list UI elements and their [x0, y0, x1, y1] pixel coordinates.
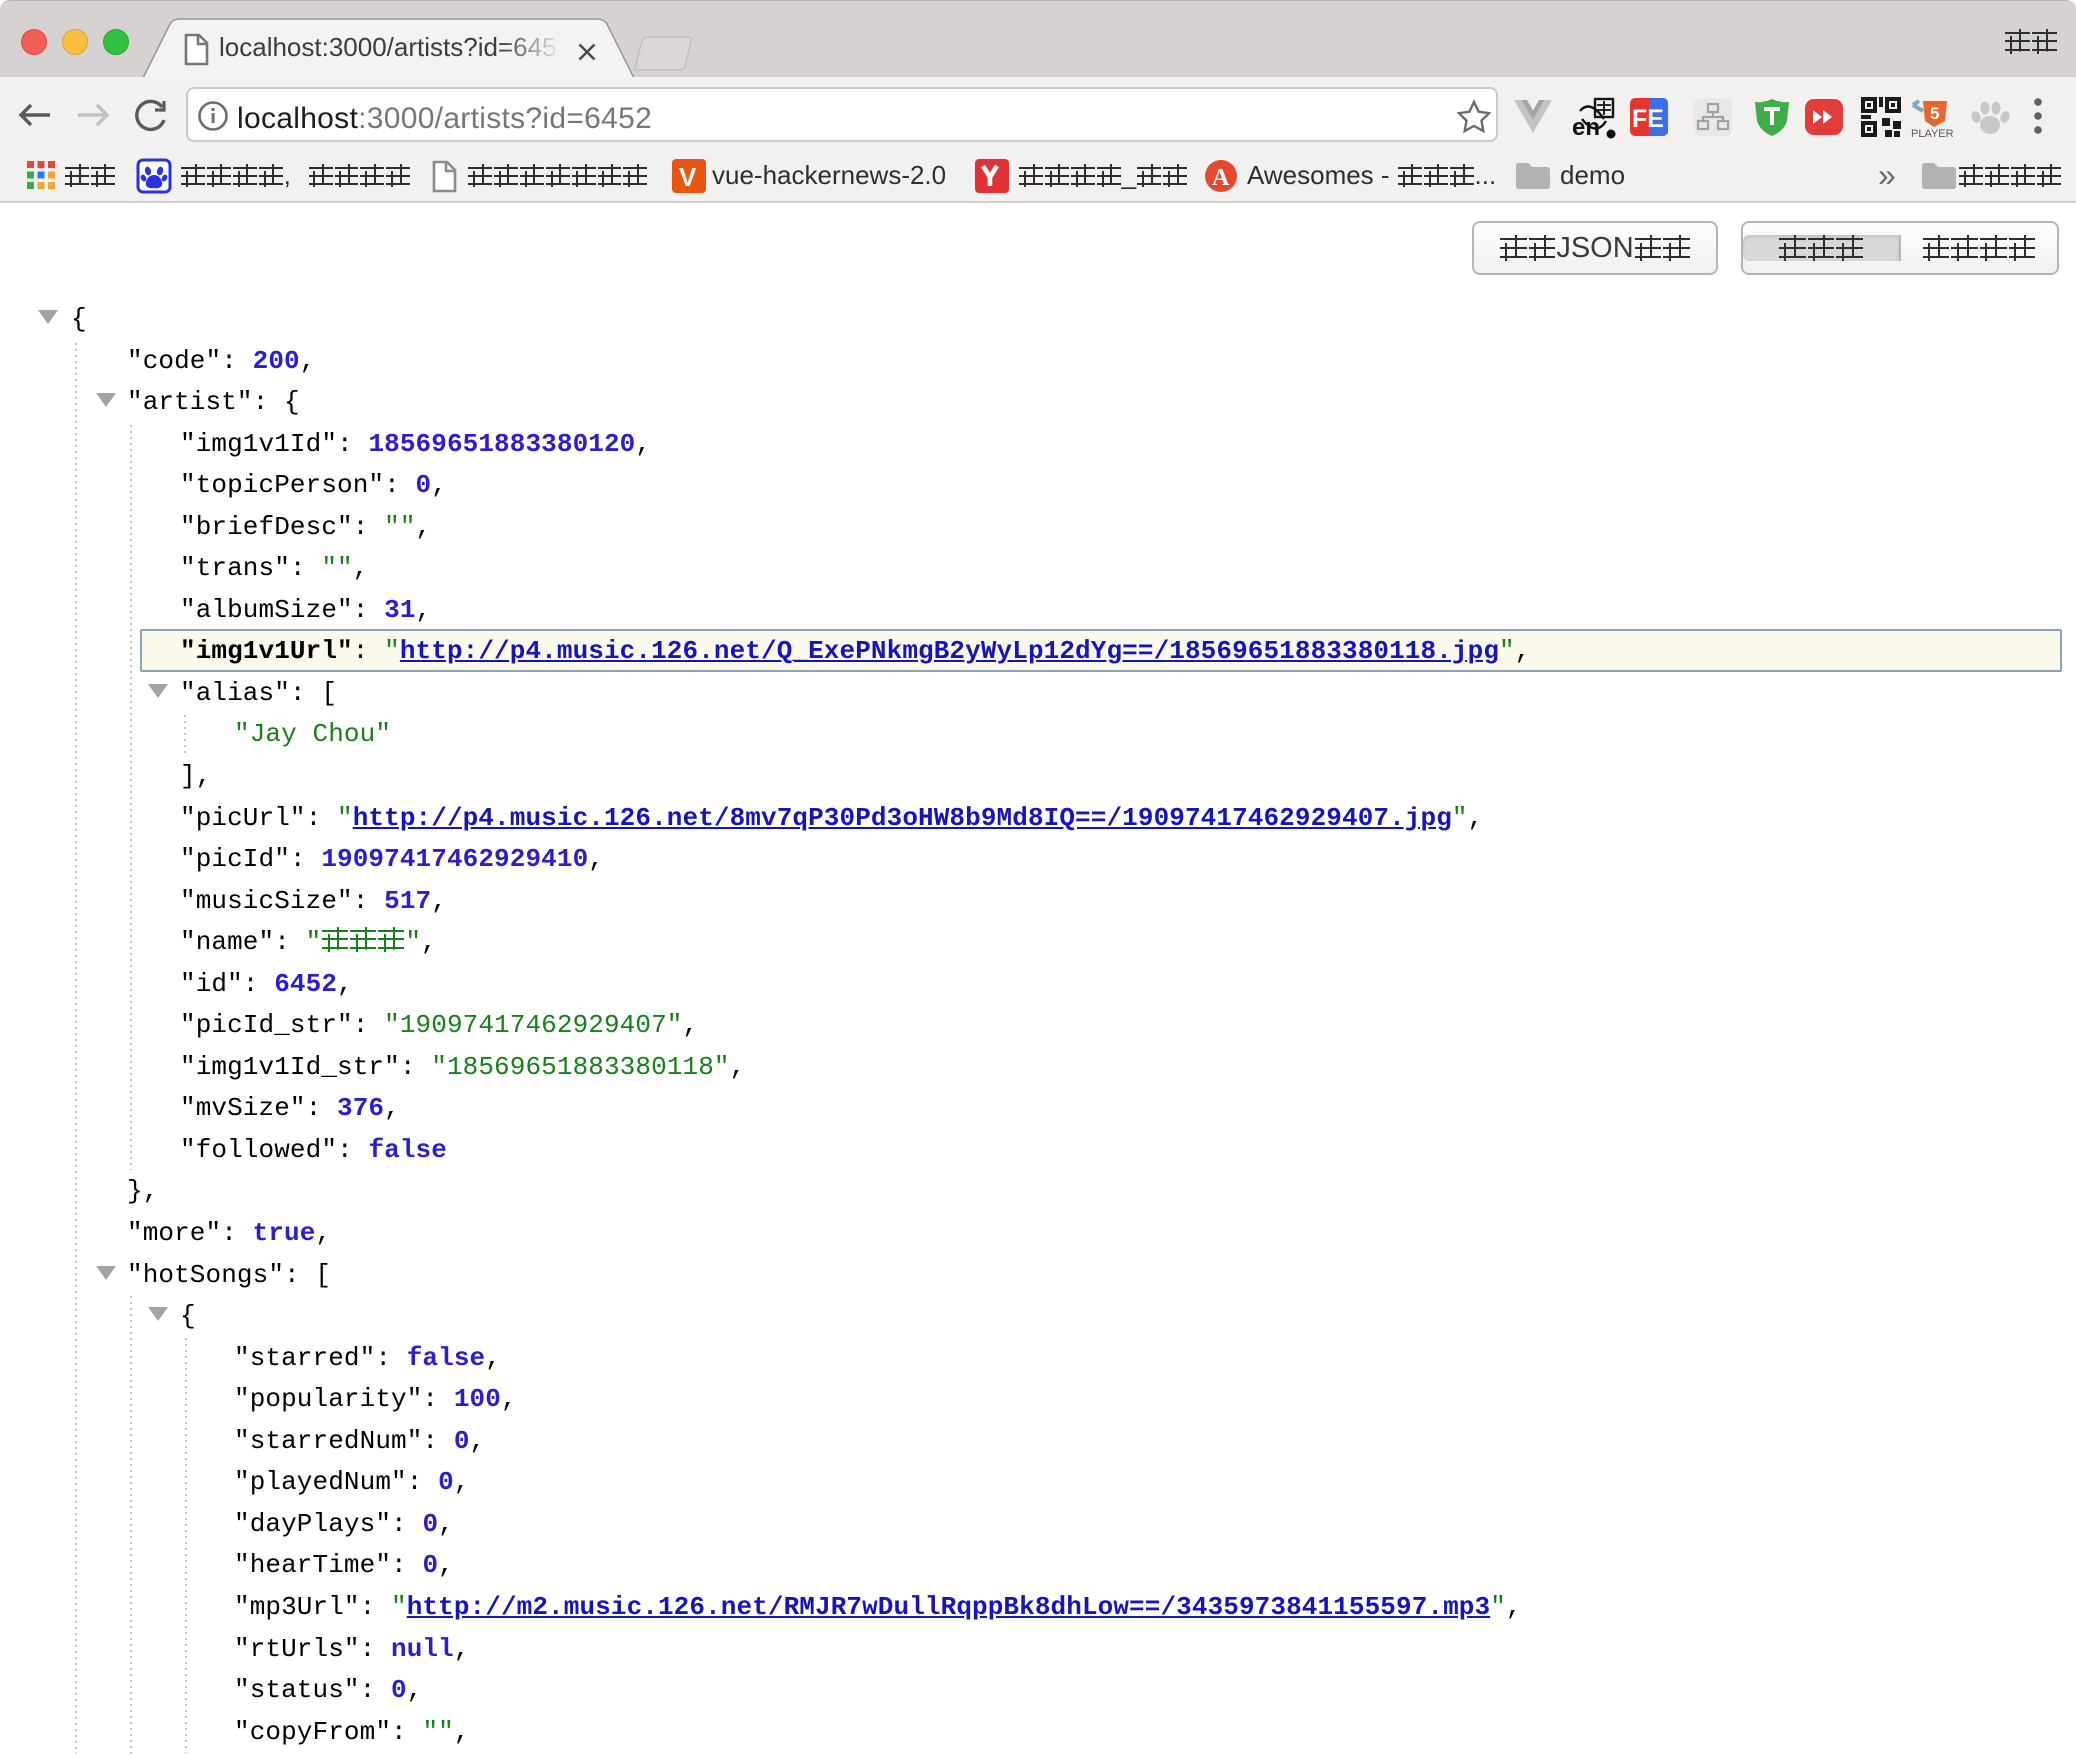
svg-text:A: A — [1212, 165, 1230, 191]
svg-text:PLAYER: PLAYER — [1911, 128, 1953, 139]
svg-text:V: V — [679, 162, 697, 192]
svg-text:FE: FE — [1632, 105, 1664, 133]
svg-text:5: 5 — [1930, 104, 1939, 123]
